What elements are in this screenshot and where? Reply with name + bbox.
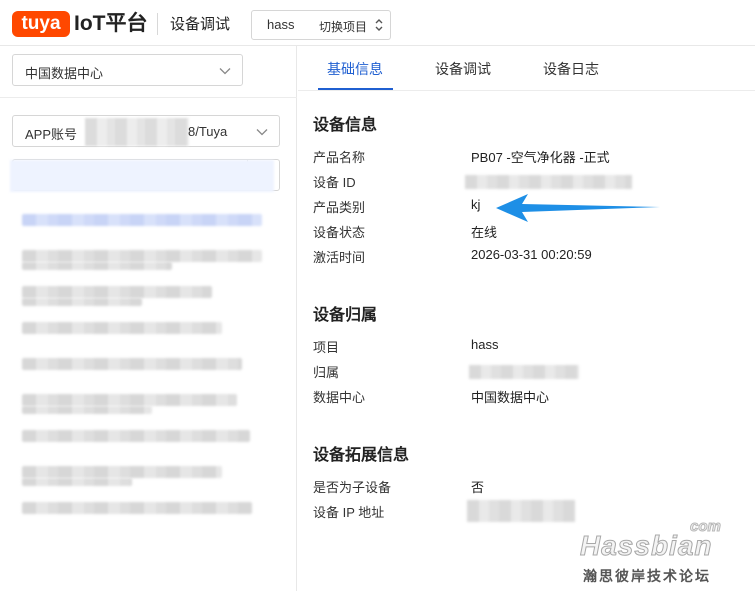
sidebar-divider <box>0 97 297 98</box>
section-title-device-ext: 设备拓展信息 <box>313 447 410 464</box>
label-ip-address: 设备 IP 地址 <box>313 505 385 520</box>
active-tab-indicator <box>318 88 393 90</box>
label-device-status: 设备状态 <box>313 225 366 240</box>
project-name: hass <box>267 17 295 32</box>
value-device-id-redacted <box>465 175 632 189</box>
label-owner: 归属 <box>313 365 340 380</box>
datacenter-select[interactable]: 中国数据中心 <box>12 54 243 86</box>
account-select[interactable]: APP账号 8/Tuya <box>12 115 280 147</box>
platform-title: IoT平台 <box>74 12 148 35</box>
value-owner-redacted <box>469 365 579 379</box>
label-project: 项目 <box>313 340 340 355</box>
watermark-logo: Hassbian <box>580 530 713 562</box>
project-switcher[interactable]: hass 切换项目 <box>251 10 391 40</box>
list-item[interactable] <box>22 466 222 478</box>
tab-basic-info[interactable]: 基础信息 <box>327 60 383 78</box>
tuya-logo[interactable]: tuya <box>12 11 70 37</box>
selected-row-highlight <box>10 160 274 192</box>
tab-device-debug[interactable]: 设备调试 <box>435 60 491 78</box>
datacenter-value: 中国数据中心 <box>25 66 104 81</box>
tab-device-log[interactable]: 设备日志 <box>543 60 599 78</box>
account-redacted <box>85 118 189 146</box>
label-product-category: 产品类别 <box>313 200 366 215</box>
list-item[interactable] <box>22 298 142 306</box>
page-title: 设备调试 <box>170 16 231 33</box>
label-is-subdevice: 是否为子设备 <box>313 480 392 495</box>
list-item[interactable] <box>22 394 237 406</box>
chevron-down-icon <box>256 129 268 136</box>
value-project: hass <box>471 337 499 352</box>
label-activation-time: 激活时间 <box>313 250 366 265</box>
header-divider <box>157 13 158 35</box>
list-item[interactable] <box>22 262 172 270</box>
list-item[interactable] <box>22 286 212 298</box>
value-product-category: kj <box>471 197 481 212</box>
label-datacenter: 数据中心 <box>313 390 366 405</box>
chevron-down-icon <box>219 68 231 75</box>
updown-icon <box>375 19 383 31</box>
list-item[interactable] <box>22 358 242 370</box>
account-prefix: APP账号 <box>25 127 78 142</box>
top-bar: tuya IoT平台 设备调试 hass 切换项目 <box>0 0 755 46</box>
list-item[interactable] <box>22 406 152 414</box>
value-product-name: PB07 -空气净化器 -正式 <box>471 150 610 165</box>
list-item[interactable] <box>22 430 250 442</box>
value-ip-redacted <box>467 500 575 522</box>
value-is-subdevice: 否 <box>471 480 485 495</box>
list-item[interactable] <box>22 478 132 486</box>
value-datacenter: 中国数据中心 <box>471 390 550 405</box>
account-suffix: 8/Tuya <box>188 124 228 139</box>
section-title-device-info: 设备信息 <box>313 117 378 134</box>
value-device-status: 在线 <box>471 225 498 240</box>
switch-project-label: 切换项目 <box>319 20 368 34</box>
label-product-name: 产品名称 <box>313 150 366 165</box>
list-item[interactable] <box>22 214 262 226</box>
list-item[interactable] <box>22 250 262 262</box>
watermark-subtitle: 瀚思彼岸技术论坛 <box>583 568 711 584</box>
device-sidebar: 中国数据中心 APP账号 8/Tuya <box>0 46 297 591</box>
annotation-arrow-icon <box>496 194 660 222</box>
label-device-id: 设备 ID <box>313 175 356 190</box>
value-activation-time: 2026-03-31 00:20:59 <box>471 247 592 262</box>
section-title-device-owner: 设备归属 <box>313 307 378 324</box>
list-item[interactable] <box>22 502 252 514</box>
list-item[interactable] <box>22 322 222 334</box>
